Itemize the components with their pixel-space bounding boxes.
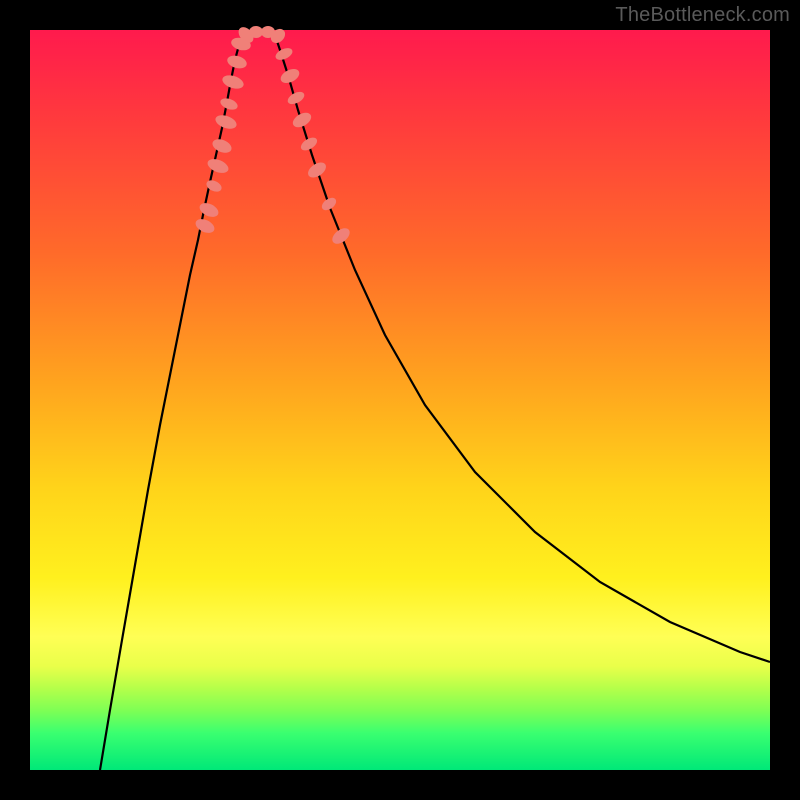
marker-dot [329, 225, 352, 247]
marker-group [193, 24, 352, 247]
watermark-label: TheBottleneck.com [615, 4, 790, 27]
marker-dot [299, 135, 320, 153]
marker-dot [197, 200, 220, 219]
marker-dot [193, 216, 216, 235]
marker-dot [320, 195, 339, 212]
marker-dot [206, 156, 231, 175]
marker-dot [210, 137, 233, 156]
marker-dot [226, 53, 249, 70]
marker-dot [305, 159, 328, 180]
marker-dot [221, 73, 246, 91]
marker-dot [214, 113, 239, 132]
curve-layer [30, 30, 770, 770]
marker-dot [219, 96, 239, 112]
marker-dot [290, 110, 313, 130]
plot-area [30, 30, 770, 770]
curve-right-branch [275, 35, 770, 662]
marker-dot [249, 26, 263, 38]
chart-stage: TheBottleneck.com [0, 0, 800, 800]
